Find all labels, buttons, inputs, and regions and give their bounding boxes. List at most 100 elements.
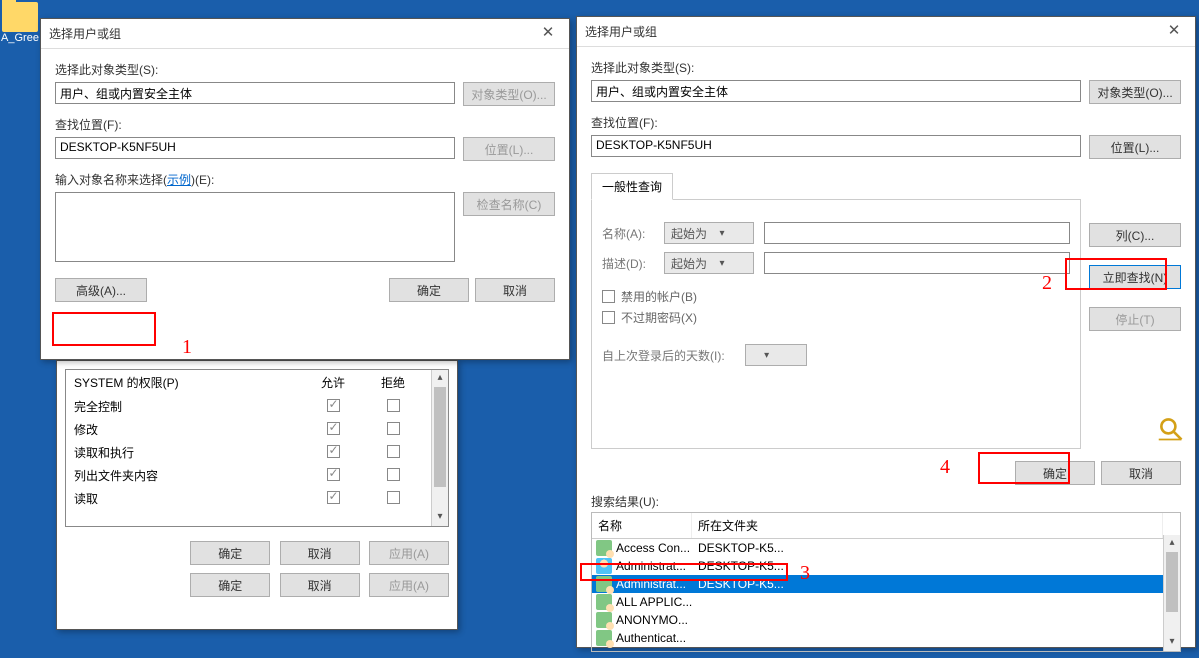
annotation-num-3: 3 <box>800 562 810 585</box>
permissions-header: SYSTEM 的权限(P) 允许 拒绝 <box>66 370 448 395</box>
col-name-header[interactable]: 名称 <box>592 513 692 538</box>
permission-name: 完全控制 <box>74 398 303 415</box>
scroll-down-icon[interactable]: ▾ <box>432 509 448 526</box>
permissions-window: SYSTEM 的权限(P) 允许 拒绝 完全控制修改读取和执行列出文件夹内容读取… <box>56 360 458 630</box>
desktop-folder[interactable]: A_Gree <box>0 0 40 44</box>
perm-apply-button[interactable]: 应用(A) <box>369 541 449 565</box>
example-link[interactable]: 示例 <box>167 173 191 187</box>
scroll-up-icon[interactable]: ▴ <box>1164 535 1180 552</box>
allow-checkbox[interactable] <box>327 399 340 412</box>
result-name: ANONYMO... <box>616 613 698 627</box>
result-row[interactable]: Administrat...DESKTOP-K5... <box>592 575 1180 593</box>
search-results-label: 搜索结果(U): <box>591 493 1181 510</box>
desc-filter-combo[interactable]: 起始为▾ <box>664 252 754 274</box>
dlg2-cancel-button[interactable]: 取消 <box>1101 461 1181 485</box>
allow-checkbox[interactable] <box>327 491 340 504</box>
permissions-table: SYSTEM 的权限(P) 允许 拒绝 完全控制修改读取和执行列出文件夹内容读取… <box>65 369 449 527</box>
tab-general-query[interactable]: 一般性查询 <box>591 173 673 200</box>
search-icon <box>1157 415 1185 443</box>
dlg1-cancel-button[interactable]: 取消 <box>475 278 555 302</box>
group-icon <box>596 540 612 556</box>
permission-row: 修改 <box>66 418 448 441</box>
desktop-folder-label: A_Gree <box>0 32 40 44</box>
location-value: DESKTOP-K5NF5UH <box>55 137 455 159</box>
days-combo[interactable]: ▾ <box>745 344 807 366</box>
result-row[interactable]: Administrat...DESKTOP-K5... <box>592 557 1180 575</box>
permission-name: 读取 <box>74 490 303 507</box>
location-button[interactable]: 位置(L)... <box>1089 135 1181 159</box>
result-name: Administrat... <box>616 559 698 573</box>
annotation-num-4: 4 <box>940 456 950 479</box>
results-scrollbar[interactable]: ▴ ▾ <box>1163 535 1180 651</box>
desc-filter-label: 描述(D): <box>602 255 664 272</box>
group-icon <box>596 612 612 628</box>
general-query-panel: 名称(A): 起始为▾ 描述(D): 起始为▾ 禁用的帐户(B) 不过期密码(X… <box>591 199 1081 449</box>
close-icon[interactable]: ✕ <box>1161 22 1187 42</box>
group-icon <box>596 594 612 610</box>
disabled-accounts-checkbox[interactable]: 禁用的帐户(B) <box>602 288 1070 305</box>
col-folder-header[interactable]: 所在文件夹 <box>692 513 1163 538</box>
perm-ok-button[interactable]: 确定 <box>190 541 270 565</box>
name-filter-combo[interactable]: 起始为▾ <box>664 222 754 244</box>
scroll-up-icon[interactable]: ▴ <box>432 370 448 387</box>
dlg2-titlebar[interactable]: 选择用户或组 ✕ <box>577 17 1195 47</box>
result-name: ALL APPLIC... <box>616 595 698 609</box>
no-expire-checkbox[interactable]: 不过期密码(X) <box>602 309 1070 326</box>
scroll-thumb[interactable] <box>1166 552 1178 612</box>
permissions-scrollbar[interactable]: ▴ ▾ <box>431 370 448 526</box>
perm-ok-button-2[interactable]: 确定 <box>190 573 270 597</box>
check-names-button[interactable]: 检查名称(C) <box>463 192 555 216</box>
result-folder: DESKTOP-K5... <box>698 559 1176 573</box>
search-results-panel: 名称 所在文件夹 Access Con...DESKTOP-K5...Admin… <box>591 512 1181 652</box>
advanced-button[interactable]: 高级(A)... <box>55 278 147 302</box>
object-types-button[interactable]: 对象类型(O)... <box>1089 80 1181 104</box>
chevron-down-icon: ▾ <box>758 350 776 361</box>
find-now-button[interactable]: 立即查找(N) <box>1089 265 1181 289</box>
perm-cancel-button[interactable]: 取消 <box>280 541 360 565</box>
location-label: 查找位置(F): <box>55 116 555 133</box>
scroll-thumb[interactable] <box>434 387 446 487</box>
location-value: DESKTOP-K5NF5UH <box>591 135 1081 157</box>
result-row[interactable]: ALL APPLIC... <box>592 593 1180 611</box>
object-name-input[interactable] <box>55 192 455 262</box>
dlg1-ok-button[interactable]: 确定 <box>389 278 469 302</box>
result-folder: DESKTOP-K5... <box>698 577 1176 591</box>
name-filter-input[interactable] <box>764 222 1070 244</box>
perm-apply-button-2[interactable]: 应用(A) <box>369 573 449 597</box>
location-label: 查找位置(F): <box>591 114 1181 131</box>
allow-checkbox[interactable] <box>327 468 340 481</box>
close-icon[interactable]: ✕ <box>535 24 561 44</box>
select-user-dialog-advanced: 选择用户或组 ✕ 选择此对象类型(S): 用户、组或内置安全主体 对象类型(O)… <box>576 16 1196 648</box>
result-row[interactable]: Access Con...DESKTOP-K5... <box>592 539 1180 557</box>
scroll-down-icon[interactable]: ▾ <box>1164 634 1180 651</box>
object-type-value: 用户、组或内置安全主体 <box>591 80 1081 102</box>
columns-button[interactable]: 列(C)... <box>1089 223 1181 247</box>
days-since-login-label: 自上次登录后的天数(I): <box>602 347 725 364</box>
enter-name-label: 输入对象名称来选择(示例)(E): <box>55 171 555 188</box>
result-row[interactable]: Authenticat... <box>592 629 1180 647</box>
desc-filter-input[interactable] <box>764 252 1070 274</box>
deny-checkbox[interactable] <box>387 445 400 458</box>
dlg1-titlebar[interactable]: 选择用户或组 ✕ <box>41 19 569 49</box>
dlg2-ok-button[interactable]: 确定 <box>1015 461 1095 485</box>
allow-checkbox[interactable] <box>327 422 340 435</box>
result-row[interactable]: ANONYMO... <box>592 611 1180 629</box>
permission-row: 列出文件夹内容 <box>66 464 448 487</box>
annotation-num-2: 2 <box>1042 272 1052 295</box>
deny-checkbox[interactable] <box>387 422 400 435</box>
stop-button[interactable]: 停止(T) <box>1089 307 1181 331</box>
deny-checkbox[interactable] <box>387 491 400 504</box>
chevron-down-icon: ▾ <box>713 228 731 239</box>
result-name: Administrat... <box>616 577 698 591</box>
location-button[interactable]: 位置(L)... <box>463 137 555 161</box>
object-type-label: 选择此对象类型(S): <box>591 59 1181 76</box>
object-type-label: 选择此对象类型(S): <box>55 61 555 78</box>
user-icon <box>596 558 612 574</box>
deny-checkbox[interactable] <box>387 399 400 412</box>
permission-row: 完全控制 <box>66 395 448 418</box>
allow-checkbox[interactable] <box>327 445 340 458</box>
perm-cancel-button-2[interactable]: 取消 <box>280 573 360 597</box>
deny-checkbox[interactable] <box>387 468 400 481</box>
object-types-button[interactable]: 对象类型(O)... <box>463 82 555 106</box>
perm-header-name: SYSTEM 的权限(P) <box>74 374 303 391</box>
